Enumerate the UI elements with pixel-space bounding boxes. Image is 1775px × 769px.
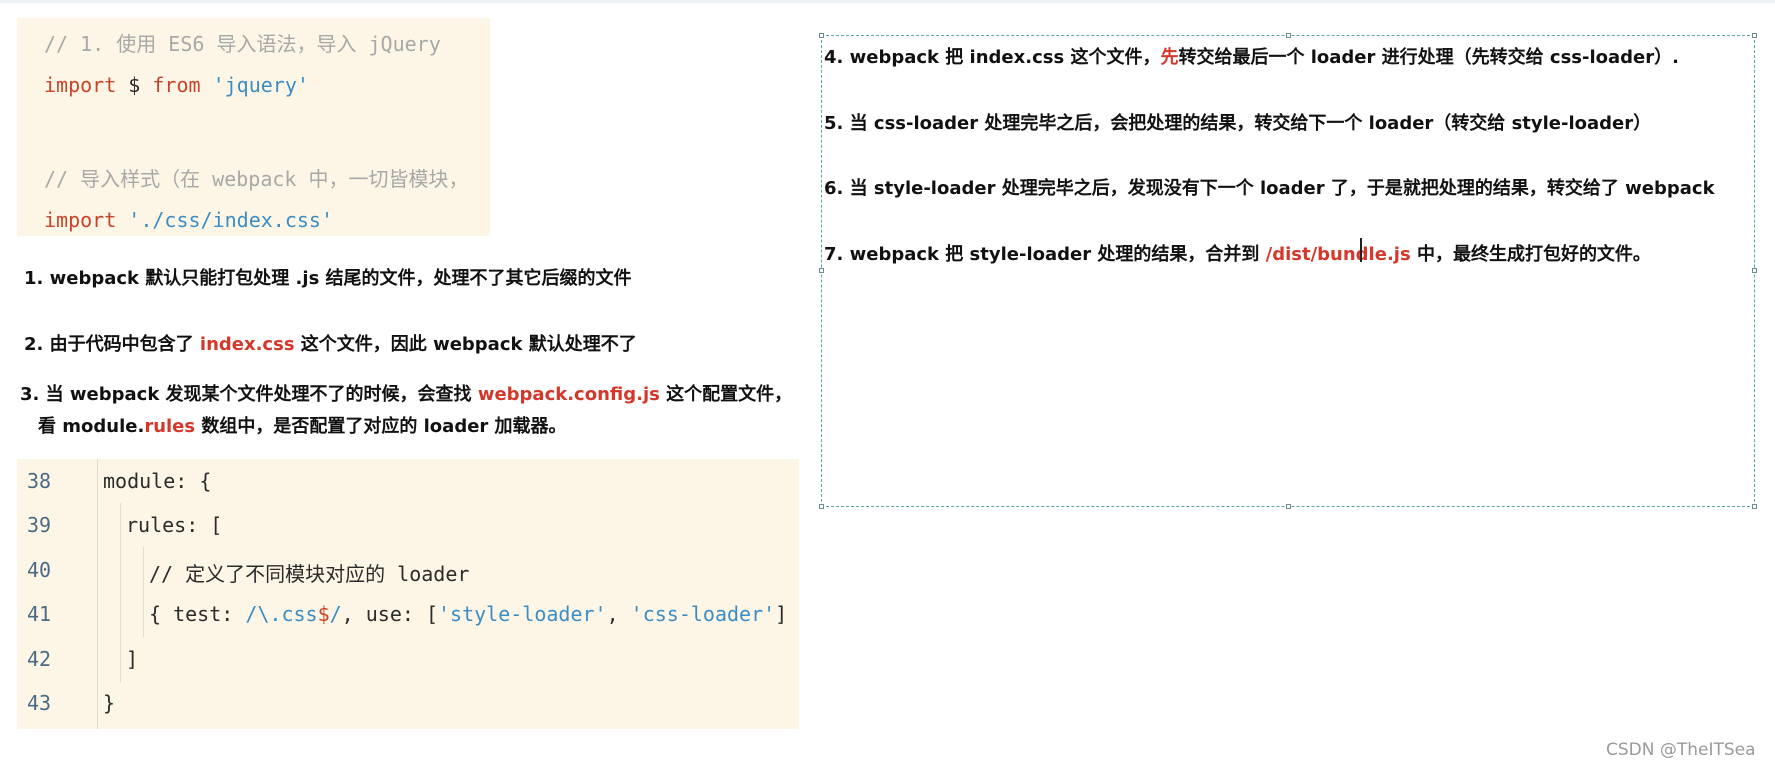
note-7-highlight: /dist/bundle.js [1265, 244, 1411, 265]
code-block-imports: // 1. 使用 ES6 导入语法，导入 jQuery import $ fro… [17, 18, 490, 236]
note-2-highlight: index.css [199, 334, 295, 355]
string-jquery: 'jquery' [200, 73, 309, 97]
keyword-import: import [44, 73, 117, 97]
code-text: , use: [ [341, 602, 438, 626]
code-dollar: $ [116, 73, 153, 97]
note-6: 6. 当 style-loader 处理完毕之后，发现没有下一个 loader … [824, 178, 1715, 199]
note-3-line-2-highlight: rules [144, 416, 196, 437]
code-text: module: { [103, 469, 212, 493]
note-5: 5. 当 css-loader 处理完毕之后，会把处理的结果，转交给下一个 lo… [824, 113, 1652, 134]
resize-handle-top-right[interactable] [1752, 33, 1757, 38]
note-7-text-a: 7. webpack 把 style-loader 处理的结果，合并到 [824, 244, 1266, 265]
code-text: ] } [775, 602, 788, 626]
code-comment: // 定义了不同模块对应的 loader [149, 562, 470, 586]
string-css-path: './css/index.css' [116, 208, 333, 232]
note-3-line-2: 看 module.rules 数组中，是否配置了对应的 loader 加载器。 [38, 412, 567, 438]
keyword-from: from [152, 73, 201, 97]
note-4-text-a: 4. webpack 把 index.css 这个文件， [824, 47, 1161, 68]
note-3-line-2-text-a: 看 module. [38, 416, 145, 437]
code-line: 41 { test: /\.css$/, use: ['style-loader… [17, 602, 799, 646]
note-7-text-b: 中，最终生成打包好的文件。 [1410, 244, 1651, 265]
string-style-loader: 'style-loader' [438, 602, 607, 626]
code-regex-anchor: $ [317, 602, 330, 626]
resize-handle-left[interactable] [819, 268, 824, 273]
code-text: } [103, 691, 116, 715]
line-number: 40 [27, 558, 52, 582]
code-text: rules: [ [126, 513, 223, 537]
code-rule-object: { test: /\.css$/, use: ['style-loader', … [149, 602, 799, 626]
note-2-text-b: 这个文件，因此 webpack 默认处理不了 [294, 334, 637, 355]
note-7: 7. webpack 把 style-loader 处理的结果，合并到 /dis… [824, 240, 1651, 266]
line-number: 43 [27, 691, 52, 715]
code-line: 38 module: { [17, 469, 799, 513]
code-line: 43 } [17, 691, 799, 729]
note-4-text-b: 转交给最后一个 loader 进行处理（先转交给 css-loader）. [1178, 47, 1679, 68]
note-4: 4. webpack 把 index.css 这个文件，先转交给最后一个 loa… [824, 43, 1679, 69]
top-edge [0, 0, 1775, 3]
resize-handle-top[interactable] [1286, 33, 1291, 38]
note-3-text-a: 3. 当 webpack 发现某个文件处理不了的时候，会查找 [20, 384, 478, 405]
resize-handle-top-left[interactable] [819, 33, 824, 38]
resize-handle-right[interactable] [1752, 268, 1757, 273]
code-line: 39 rules: [ [17, 513, 799, 557]
resize-handle-bottom-right[interactable] [1752, 504, 1757, 509]
code-import-css-line: import './css/index.css' [44, 208, 333, 232]
selected-text-frame[interactable] [821, 35, 1755, 507]
resize-handle-bottom[interactable] [1286, 504, 1291, 509]
note-2: 2. 由于代码中包含了 index.css 这个文件，因此 webpack 默认… [24, 330, 637, 356]
note-1: 1. webpack 默认只能打包处理 .js 结尾的文件，处理不了其它后缀的文… [24, 268, 632, 289]
note-3-line-2-text-b: 数组中，是否配置了对应的 loader 加载器。 [195, 416, 567, 437]
code-regex-end: / [329, 602, 342, 626]
code-text: , [606, 602, 631, 626]
code-line: 40 // 定义了不同模块对应的 loader [17, 558, 799, 602]
watermark: CSDN @TheITSea [1606, 740, 1756, 760]
note-3: 3. 当 webpack 发现某个文件处理不了的时候，会查找 webpack.c… [20, 380, 792, 406]
note-3-text-b: 这个配置文件， [659, 384, 793, 405]
line-number: 41 [27, 602, 52, 626]
note-2-text-a: 2. 由于代码中包含了 [24, 334, 200, 355]
code-block-module-rules: 38 module: { 39 rules: [ 40 // 定义了不同模块对应… [17, 459, 799, 729]
code-comment-style-line: // 导入样式（在 webpack 中，一切皆模块， [44, 167, 469, 191]
line-number: 39 [27, 513, 52, 537]
code-comment-line: // 1. 使用 ES6 导入语法，导入 jQuery [44, 32, 441, 56]
note-4-highlight: 先 [1160, 47, 1179, 68]
line-number: 42 [27, 647, 52, 671]
line-number: 38 [27, 469, 52, 493]
code-import-jquery-line: import $ from 'jquery' [44, 73, 309, 97]
code-text: ] [126, 647, 139, 671]
code-regex: /\.css [245, 602, 318, 626]
string-css-loader: 'css-loader' [630, 602, 776, 626]
code-line: 42 ] [17, 647, 799, 691]
resize-handle-bottom-left[interactable] [819, 504, 824, 509]
text-caret [1360, 238, 1362, 262]
keyword-import: import [44, 208, 117, 232]
code-text: { test: [149, 602, 246, 626]
note-3-highlight: webpack.config.js [477, 384, 660, 405]
